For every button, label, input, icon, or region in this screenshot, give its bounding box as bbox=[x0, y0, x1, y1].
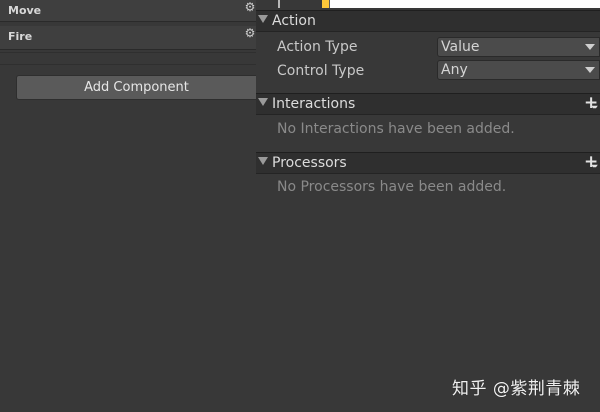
dropdown-indicator-icon bbox=[591, 164, 598, 170]
control-type-value: Any bbox=[441, 62, 468, 78]
interactions-section-title: Interactions bbox=[272, 96, 356, 112]
inspector-panel: Move ⚙ Fire ⚙ Add Component bbox=[0, 0, 256, 412]
add-component-button[interactable]: Add Component bbox=[16, 75, 256, 100]
divider bbox=[0, 64, 256, 65]
action-type-value: Value bbox=[441, 39, 480, 55]
chevron-down-icon bbox=[585, 67, 595, 73]
collapse-arrow-icon[interactable] bbox=[258, 15, 268, 23]
component-move-title: Move bbox=[8, 4, 42, 17]
component-move-row[interactable]: Move ⚙ bbox=[0, 0, 256, 22]
processors-section-title: Processors bbox=[272, 155, 347, 171]
gear-icon[interactable]: ⚙ bbox=[244, 27, 256, 39]
action-type-label: Action Type bbox=[277, 39, 358, 55]
interactions-empty-message: No Interactions have been added. bbox=[277, 121, 515, 137]
action-properties-panel: Action Action Type Value Control Type An… bbox=[256, 10, 600, 412]
action-section-title: Action bbox=[272, 13, 316, 29]
resize-handle[interactable] bbox=[278, 0, 280, 8]
collapse-arrow-icon[interactable] bbox=[258, 157, 268, 165]
component-fire-title: Fire bbox=[8, 30, 33, 43]
watermark-text: 知乎 @紫荆青棘 bbox=[452, 379, 581, 399]
gear-icon[interactable]: ⚙ bbox=[244, 1, 256, 13]
processors-section-header[interactable]: Processors + bbox=[256, 152, 600, 174]
chevron-down-icon bbox=[585, 44, 595, 50]
interactions-section-header[interactable]: Interactions + bbox=[256, 93, 600, 115]
action-type-dropdown[interactable]: Value bbox=[437, 37, 600, 57]
window-accent bbox=[322, 0, 329, 8]
window-edge bbox=[329, 0, 330, 8]
component-fire-row[interactable]: Fire ⚙ bbox=[0, 26, 256, 50]
processors-empty-message: No Processors have been added. bbox=[277, 179, 507, 195]
divider bbox=[0, 52, 256, 53]
unity-inspector-screen: Move ⚙ Fire ⚙ Add Component Action Actio… bbox=[0, 0, 600, 412]
scene-view-strip bbox=[322, 0, 600, 8]
control-type-dropdown[interactable]: Any bbox=[437, 60, 600, 80]
collapse-arrow-icon[interactable] bbox=[258, 98, 268, 106]
dropdown-indicator-icon bbox=[591, 105, 598, 111]
control-type-label: Control Type bbox=[277, 63, 365, 79]
action-section-header[interactable]: Action bbox=[256, 10, 600, 32]
